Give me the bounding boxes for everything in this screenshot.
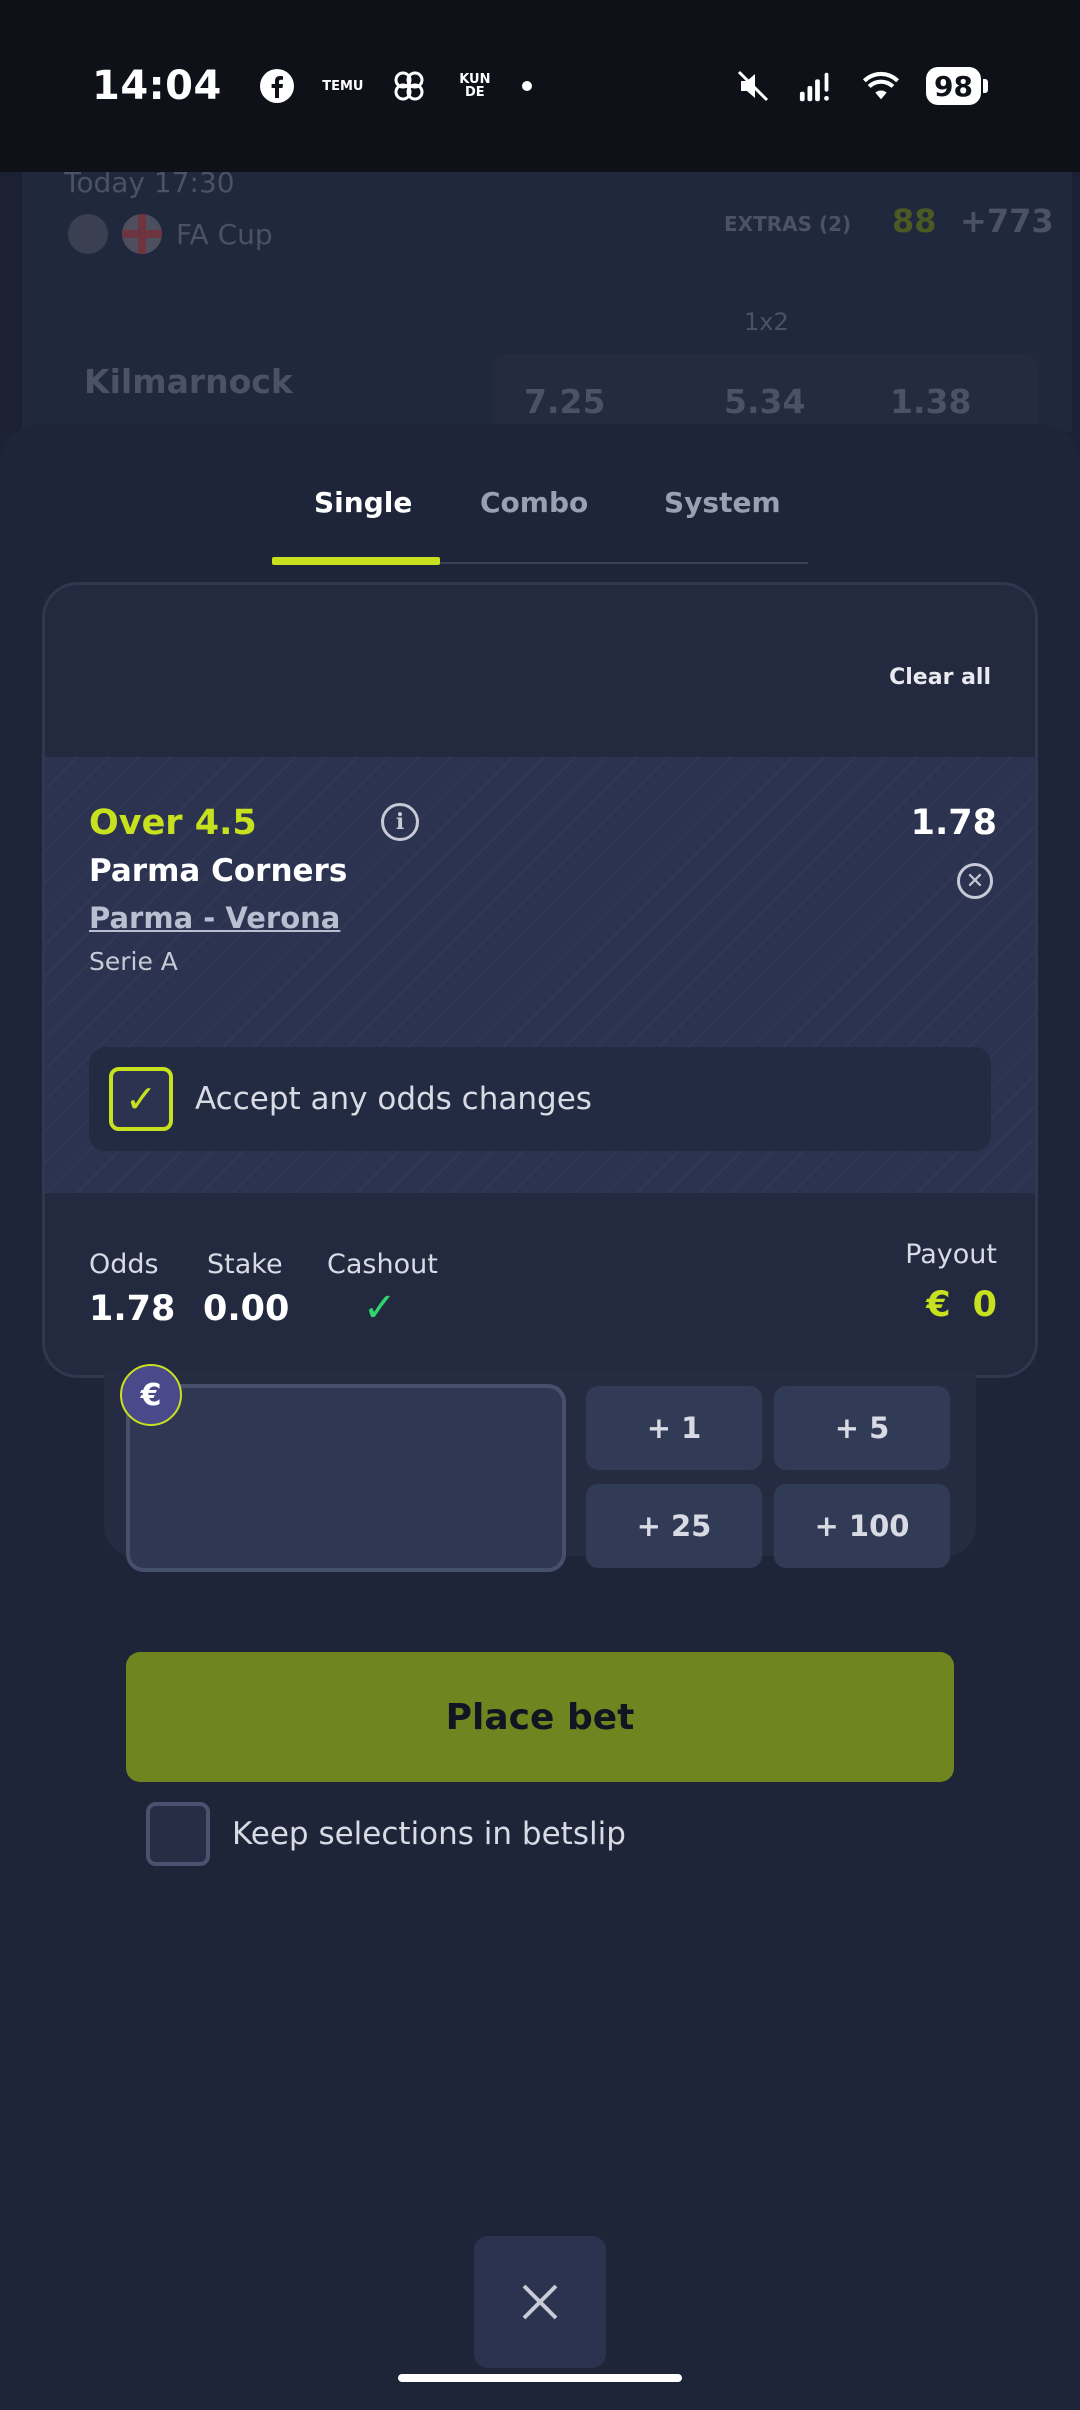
stake-value: 0.00	[203, 1289, 290, 1329]
home-indicator[interactable]	[398, 2374, 682, 2382]
more-markets: +773	[960, 202, 1054, 240]
team-name: Kilmarnock	[84, 362, 293, 401]
temu-icon: TEMU	[322, 67, 364, 105]
kunde-text: KUN DE	[459, 72, 491, 100]
odds-value: 1.78	[89, 1289, 176, 1329]
tab-combo[interactable]: Combo	[480, 486, 588, 519]
bet-card: Clear all Over 4.5 i 1.78 ✕ Parma Corner…	[42, 582, 1038, 1378]
cashout-check-icon: ✓	[363, 1285, 397, 1331]
tab-single[interactable]: Single	[314, 486, 412, 519]
market-label: 1x2	[744, 308, 789, 336]
england-flag-icon	[122, 214, 162, 254]
close-icon	[522, 2284, 558, 2320]
currency-badge: €	[120, 1364, 182, 1426]
quick-stake-5-button[interactable]: + 5	[774, 1386, 950, 1470]
battery-tip	[983, 79, 988, 93]
signal-icon	[798, 67, 836, 105]
odds-label: Odds	[89, 1249, 159, 1280]
keep-selections-label: Keep selections in betslip	[232, 1816, 626, 1852]
cashout-label: Cashout	[327, 1249, 438, 1280]
bet-selection: Over 4.5 i 1.78 ✕ Parma Corners Parma - …	[45, 757, 1035, 1193]
accept-odds-label: Accept any odds changes	[195, 1081, 592, 1117]
odd-home: 7.25	[524, 382, 606, 421]
status-time: 14:04	[92, 63, 222, 109]
bet-summary: Odds 1.78 Stake 0.00 Cashout ✓ Payout € …	[45, 1193, 1035, 1375]
stake-label: Stake	[207, 1249, 283, 1280]
active-tab-indicator	[272, 557, 440, 565]
event-time: Today 17:30	[64, 172, 235, 199]
league-name: FA Cup	[176, 217, 273, 251]
odd-away: 1.38	[890, 382, 972, 421]
tab-system[interactable]: System	[664, 486, 781, 519]
status-bar: 14:04 TEMU KUN DE 98	[0, 0, 1080, 172]
quick-stake-1-button[interactable]: + 1	[586, 1386, 762, 1470]
selection-outcome: Parma Corners	[89, 853, 348, 889]
wifi-icon	[862, 67, 900, 105]
selection-event-link[interactable]: Parma - Verona	[89, 901, 340, 935]
betslip-tabs: Single Combo System	[272, 480, 808, 565]
event-card: Today 17:30 FA Cup EXTRAS (2) 88 +773 1x…	[22, 172, 1072, 432]
background-event-list: Today 17:30 FA Cup EXTRAS (2) 88 +773 1x…	[0, 172, 1080, 432]
payout-value: € 0	[926, 1285, 997, 1325]
notification-icons: TEMU KUN DE	[258, 67, 532, 105]
quick-stake-25-button[interactable]: + 25	[586, 1484, 762, 1568]
battery-level: 98	[926, 67, 981, 105]
quick-stake-100-button[interactable]: + 100	[774, 1484, 950, 1568]
event-league: FA Cup	[68, 214, 273, 254]
facebook-icon	[258, 67, 296, 105]
stake-panel: € + 1 + 5 + 25 + 100	[104, 1364, 976, 1572]
selection-odds: 1.78	[910, 803, 997, 843]
payout-currency: €	[926, 1285, 951, 1325]
temu-text: TEMU	[322, 78, 364, 94]
accept-odds-row[interactable]: ✓ Accept any odds changes	[89, 1047, 991, 1151]
market-count: 88	[892, 202, 937, 240]
dot-icon	[521, 81, 532, 91]
battery-icon: 98	[926, 67, 988, 105]
extras-label: EXTRAS (2)	[724, 212, 852, 236]
odd-draw: 5.34	[724, 382, 806, 421]
mute-icon	[734, 67, 772, 105]
system-icons: 98	[734, 67, 988, 105]
payout-amount: 0	[972, 1285, 997, 1325]
keep-selections-checkbox[interactable]	[146, 1802, 210, 1866]
keep-selections-row[interactable]: Keep selections in betslip	[146, 1802, 626, 1866]
stake-input[interactable]	[126, 1384, 566, 1572]
selection-market: Over 4.5	[89, 803, 257, 843]
football-icon	[68, 214, 108, 254]
selection-league: Serie A	[89, 947, 178, 976]
accept-odds-checkbox[interactable]: ✓	[109, 1067, 173, 1131]
close-betslip-button[interactable]	[474, 2236, 606, 2368]
betslip-sheet: Single Combo System Clear all Over 4.5 i…	[0, 424, 1080, 2410]
kunde-icon: KUN DE	[456, 67, 494, 105]
place-bet-button[interactable]: Place bet	[126, 1652, 954, 1782]
info-icon[interactable]: i	[381, 803, 419, 841]
remove-selection-icon[interactable]: ✕	[957, 863, 993, 899]
payout-label: Payout	[905, 1239, 997, 1270]
pinwheel-icon	[390, 67, 428, 105]
clear-all-button[interactable]: Clear all	[889, 665, 991, 690]
